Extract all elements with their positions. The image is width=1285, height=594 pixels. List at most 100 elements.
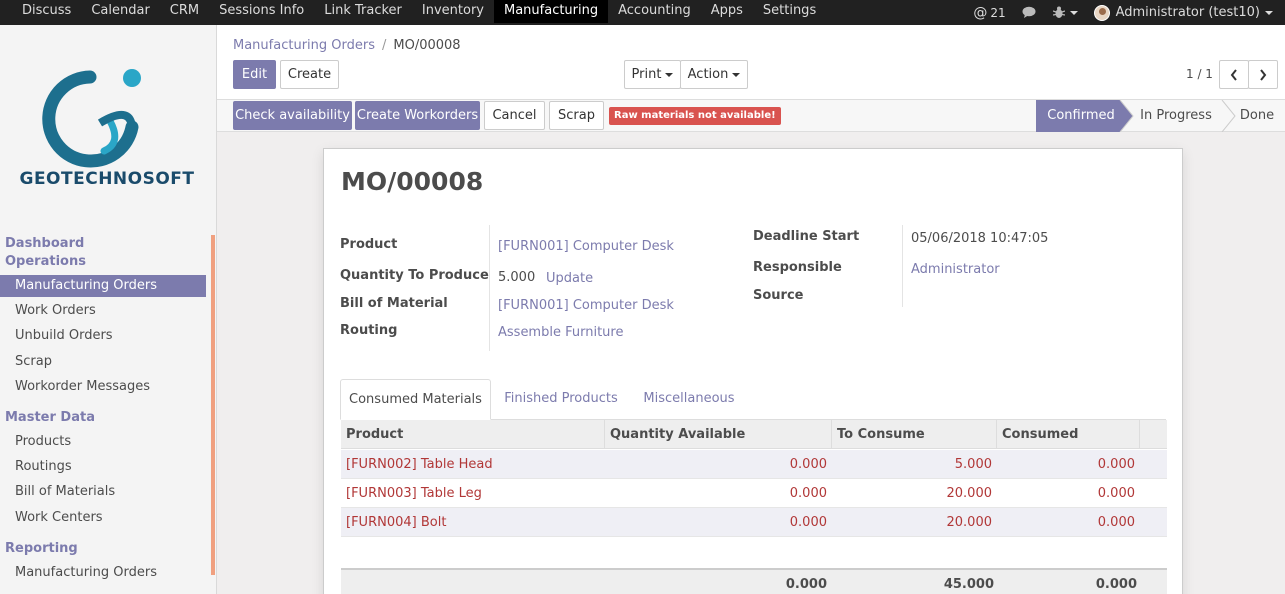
sidebar-item-reporting-manufacturing-orders[interactable]: Manufacturing Orders: [0, 562, 206, 584]
breadcrumb-separator: /: [381, 38, 387, 53]
debug-button[interactable]: [1045, 6, 1086, 19]
update-quantity-button[interactable]: Update: [546, 271, 593, 286]
cancel-button[interactable]: Cancel: [484, 101, 545, 130]
column-quantity-available[interactable]: Quantity Available: [605, 420, 832, 449]
menu-settings[interactable]: Settings: [753, 0, 826, 23]
print-label: Print: [631, 67, 662, 82]
field-divider: [489, 225, 490, 351]
table-row[interactable]: [FURN003] Table Leg 0.000 20.000 0.000: [341, 479, 1167, 508]
at-icon: @: [973, 4, 988, 21]
row-quantity-available: 0.000: [789, 486, 827, 501]
column-consumed[interactable]: Consumed: [997, 420, 1140, 449]
pager-previous-button[interactable]: [1219, 60, 1249, 89]
product-label: Product: [340, 237, 398, 252]
menu-accounting[interactable]: Accounting: [608, 0, 701, 23]
create-workorders-button[interactable]: Create Workorders: [355, 101, 480, 130]
user-menu[interactable]: Administrator (test10): [1086, 4, 1285, 21]
sidebar-item-scrap[interactable]: Scrap: [0, 351, 206, 373]
table-header: Product Quantity Available To Consume Co…: [341, 420, 1167, 449]
sidebar-item-manufacturing-orders[interactable]: Manufacturing Orders: [0, 275, 206, 297]
sidebar-item-products[interactable]: Products: [0, 431, 206, 453]
create-button[interactable]: Create: [280, 60, 339, 89]
menu-crm[interactable]: CRM: [160, 0, 209, 23]
check-availability-button[interactable]: Check availability: [233, 101, 352, 130]
routing-label: Routing: [340, 323, 398, 338]
stage-done[interactable]: Done: [1229, 100, 1285, 132]
action-label: Action: [687, 67, 729, 82]
tab-miscellaneous[interactable]: Miscellaneous: [630, 379, 748, 420]
row-to-consume: 20.000: [946, 486, 993, 501]
column-product[interactable]: Product: [341, 420, 605, 449]
menu-discuss[interactable]: Discuss: [12, 0, 81, 23]
table-footer-totals: 0.000 45.000 0.000: [341, 568, 1167, 594]
edit-button[interactable]: Edit: [233, 60, 276, 89]
chevron-down-icon: [665, 72, 674, 77]
user-name: Administrator (test10): [1115, 5, 1260, 20]
sidebar-item-unbuild-orders[interactable]: Unbuild Orders: [0, 325, 206, 347]
row-to-consume: 5.000: [954, 457, 992, 472]
routing-value[interactable]: Assemble Furniture: [498, 325, 623, 340]
table-row[interactable]: [FURN002] Table Head 0.000 5.000 0.000: [341, 450, 1167, 479]
menu-link-tracker[interactable]: Link Tracker: [314, 0, 412, 23]
row-quantity-available: 0.000: [789, 515, 827, 530]
form-sheet: MO/00008 Product [FURN001] Computer Desk…: [323, 148, 1183, 594]
menu-sessions-info[interactable]: Sessions Info: [209, 0, 314, 23]
sidebar: GEOTECHNOSOFT Dashboard Operations Manuf…: [0, 25, 217, 594]
app-menu: Discuss Calendar CRM Sessions Info Link …: [12, 0, 826, 25]
mentions-count: 21: [990, 5, 1006, 20]
sidebar-item-routings[interactable]: Routings: [0, 456, 206, 478]
menu-apps[interactable]: Apps: [701, 0, 753, 23]
systray: @ 21 Administrator (test10): [965, 0, 1285, 25]
total-to-consume: 45.000: [943, 577, 994, 592]
table-row[interactable]: [FURN004] Bolt 0.000 20.000 0.000: [341, 508, 1167, 537]
stage-confirmed[interactable]: Confirmed: [1036, 100, 1126, 132]
company-logo[interactable]: GEOTECHNOSOFT: [12, 65, 202, 195]
menu-calendar[interactable]: Calendar: [81, 0, 159, 23]
column-to-consume[interactable]: To Consume: [832, 420, 997, 449]
bom-label: Bill of Material: [340, 296, 448, 311]
sidebar-item-bill-of-materials[interactable]: Bill of Materials: [0, 481, 206, 503]
row-product: [FURN003] Table Leg: [346, 486, 482, 501]
chevron-down-icon: [1265, 10, 1273, 15]
action-dropdown[interactable]: Action: [680, 60, 748, 89]
chevron-right-icon: [1260, 69, 1267, 81]
menu-inventory[interactable]: Inventory: [412, 0, 494, 23]
product-value[interactable]: [FURN001] Computer Desk: [498, 239, 674, 254]
breadcrumb: Manufacturing Orders / MO/00008: [233, 38, 461, 53]
form-statusbar: Check availability Create Workorders Can…: [217, 100, 1285, 132]
top-navbar: Discuss Calendar CRM Sessions Info Link …: [0, 0, 1285, 25]
bug-icon: [1052, 6, 1065, 18]
pager-next-button[interactable]: [1248, 60, 1278, 89]
chat-icon: [1022, 6, 1036, 18]
menu-manufacturing[interactable]: Manufacturing: [493, 0, 609, 23]
stage-in-progress[interactable]: In Progress: [1131, 100, 1221, 132]
mentions-button[interactable]: @ 21: [965, 5, 1013, 21]
chevron-left-icon: [1230, 69, 1237, 81]
print-dropdown[interactable]: Print: [624, 60, 681, 89]
record-title: MO/00008: [341, 167, 484, 196]
pager-value[interactable]: 1 / 1: [1186, 67, 1213, 81]
logo-text: GEOTECHNOSOFT: [19, 169, 195, 189]
chevron-down-icon: [732, 72, 741, 77]
sidebar-scrollbar[interactable]: [211, 235, 215, 575]
row-consumed: 0.000: [1097, 457, 1135, 472]
chevron-down-icon: [1069, 10, 1078, 15]
source-label: Source: [753, 288, 804, 303]
sidebar-item-work-orders[interactable]: Work Orders: [0, 300, 206, 322]
quantity-value: 5.000: [498, 270, 536, 285]
tab-consumed-materials[interactable]: Consumed Materials: [340, 379, 491, 420]
messages-button[interactable]: [1014, 6, 1045, 19]
total-quantity-available: 0.000: [785, 577, 827, 592]
bom-value[interactable]: [FURN001] Computer Desk: [498, 298, 674, 313]
breadcrumb-parent[interactable]: Manufacturing Orders: [233, 38, 375, 53]
responsible-value[interactable]: Administrator: [911, 262, 1000, 277]
tab-finished-products[interactable]: Finished Products: [495, 379, 627, 420]
responsible-label: Responsible: [753, 260, 842, 275]
availability-warning-badge: Raw materials not available!: [609, 107, 781, 125]
deadline-start-label: Deadline Start: [753, 229, 860, 244]
sidebar-item-work-centers[interactable]: Work Centers: [0, 507, 206, 529]
deadline-start-value[interactable]: 05/06/2018 10:47:05: [911, 231, 1048, 246]
sidebar-item-workorder-messages[interactable]: Workorder Messages: [0, 376, 206, 398]
scrap-button[interactable]: Scrap: [549, 101, 604, 130]
control-panel: Manufacturing Orders / MO/00008 Edit Creat…: [217, 25, 1285, 100]
